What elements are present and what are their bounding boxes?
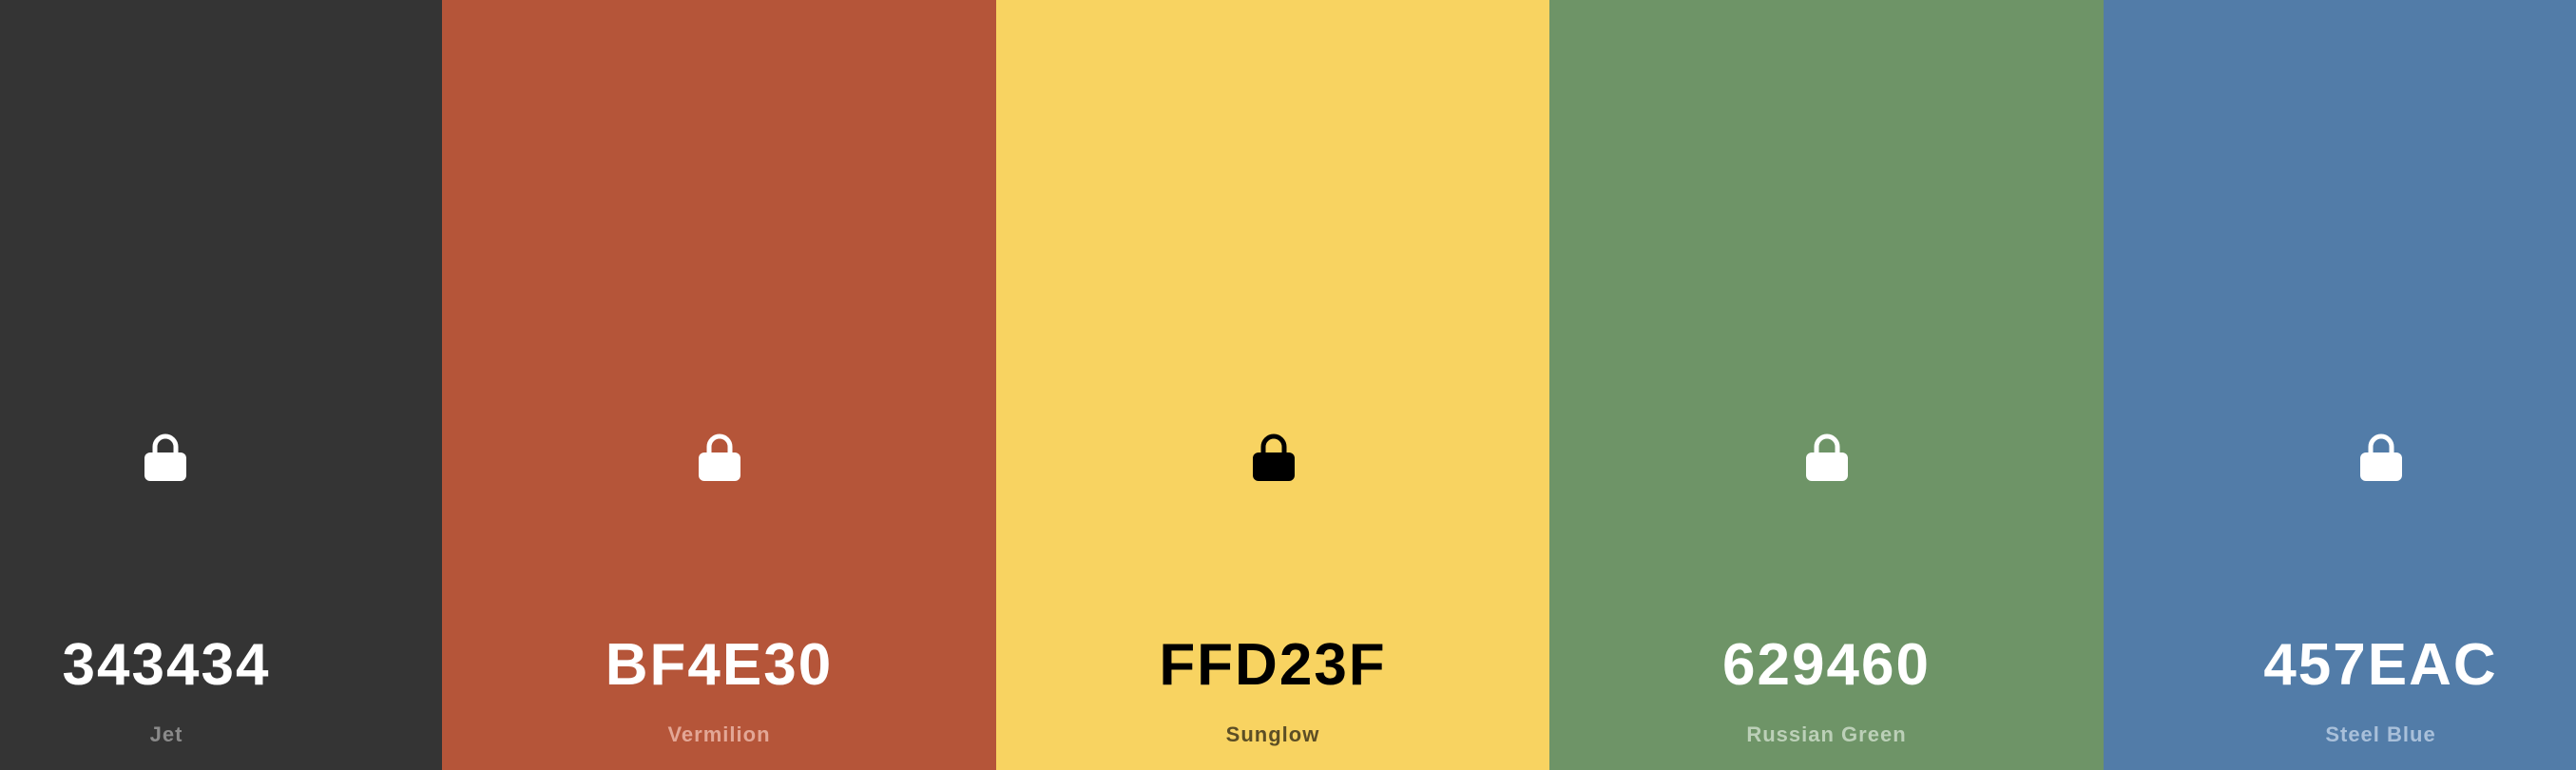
swatch-sunglow[interactable]: FFD23F Sunglow	[996, 0, 1549, 770]
lock-icon[interactable]	[144, 432, 186, 481]
lock-icon[interactable]	[699, 432, 740, 481]
color-name: Sunglow	[1225, 722, 1320, 746]
swatch-steel-blue[interactable]: 457EAC Steel Blue	[2104, 0, 2576, 770]
lock-icon[interactable]	[2360, 432, 2402, 481]
swatch-russian-green[interactable]: 629460 Russian Green	[1549, 0, 2104, 770]
color-name: Steel Blue	[2325, 722, 2436, 746]
hex-code[interactable]: 343434	[0, 631, 333, 700]
lock-icon[interactable]	[1806, 432, 1848, 481]
color-name: Russian Green	[1746, 722, 1907, 746]
hex-code[interactable]: FFD23F	[996, 631, 1549, 700]
palette: 343434 Jet BF4E30 Vermilion FFD23F Sungl…	[0, 0, 2576, 770]
hex-code[interactable]: 629460	[1549, 631, 2104, 700]
color-name: Vermilion	[667, 722, 771, 746]
swatch-vermilion[interactable]: BF4E30 Vermilion	[442, 0, 996, 770]
hex-code[interactable]: 457EAC	[2104, 631, 2576, 700]
color-name: Jet	[149, 722, 183, 746]
hex-code[interactable]: BF4E30	[442, 631, 996, 700]
lock-icon[interactable]	[1253, 432, 1295, 481]
swatch-jet[interactable]: 343434 Jet	[0, 0, 442, 770]
